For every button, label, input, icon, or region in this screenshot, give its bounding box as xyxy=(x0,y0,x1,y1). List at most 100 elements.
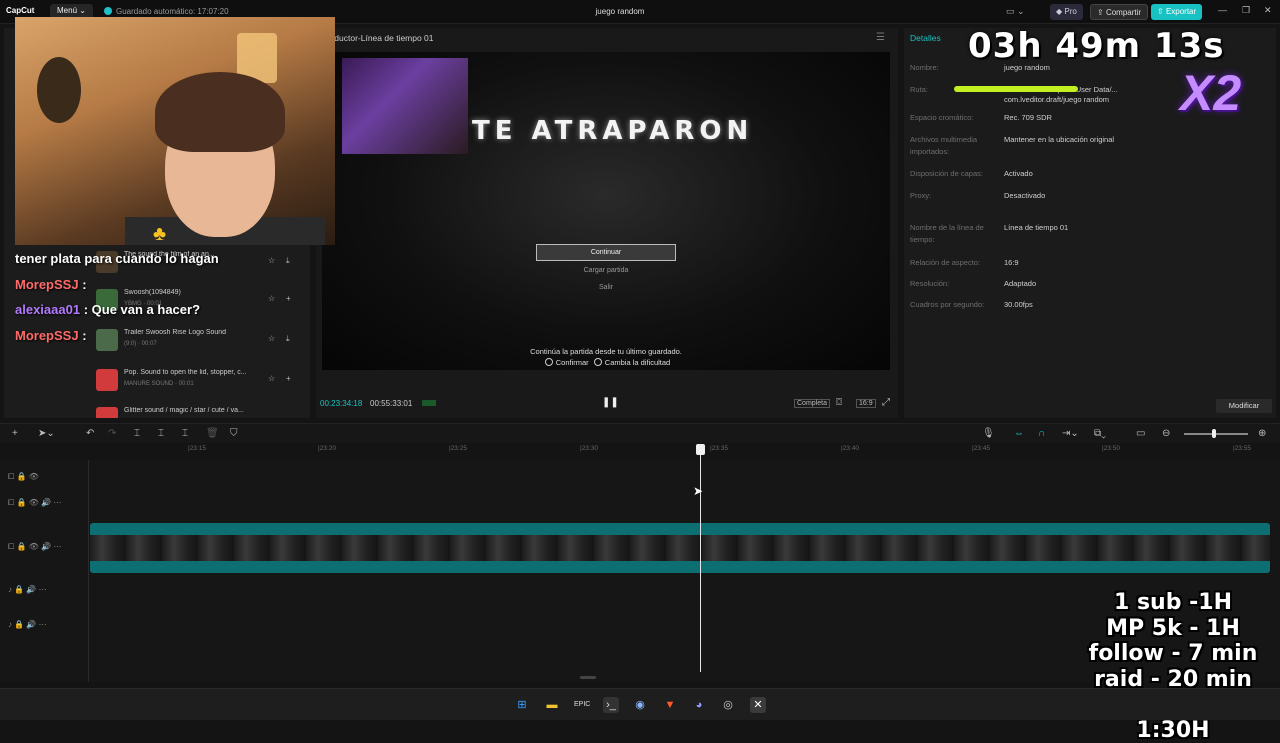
detail-value: 16:9 xyxy=(1004,258,1019,267)
terminal-icon[interactable]: ›_ xyxy=(603,697,619,713)
windows-start-icon[interactable]: ⊞ xyxy=(514,697,530,713)
track-controls[interactable]: ♪ 🔒 🔊 ⋯ xyxy=(8,585,47,594)
add-icon[interactable]: + xyxy=(286,294,291,303)
export-label: Exportar xyxy=(1165,7,1197,16)
sound-item[interactable]: Pop. Sound to open the lid, stopper, c..… xyxy=(92,366,298,396)
favorite-icon[interactable]: ☆ xyxy=(268,374,275,383)
taskbar: ⊞ ▬ EPIC ›_ ◉ ▼ ◕ ◎ ✕ xyxy=(0,688,1280,720)
track-controls[interactable]: ⧠ 🔒 👁 🔊 ⋯ xyxy=(8,498,61,508)
discord-icon[interactable]: ◕ xyxy=(691,697,707,713)
confirm-label: Confirmar xyxy=(555,358,589,367)
game-exit: Salir xyxy=(598,284,613,291)
timer-bar xyxy=(954,86,1078,92)
shield-icon[interactable]: ⛉ xyxy=(230,428,238,439)
obs-icon[interactable]: ◎ xyxy=(720,697,736,713)
timeline-ruler[interactable]: |23:15 |23:20 |23:25 |23:30 |23:35 |23:4… xyxy=(90,444,1275,458)
add-icon[interactable]: + xyxy=(12,428,18,439)
game-load: Cargar partida xyxy=(583,267,629,274)
microphone-icon[interactable]: 🎙 xyxy=(982,428,995,439)
favorite-icon[interactable]: ☆ xyxy=(268,334,275,343)
detail-value: 30.00fps xyxy=(1004,300,1033,309)
pro-button[interactable]: ◆ Pro xyxy=(1050,4,1083,20)
fullscreen-icon[interactable]: ⤢ xyxy=(882,397,890,408)
undo-icon[interactable]: ↶ xyxy=(86,428,94,439)
chat-user: alexiaaa01 xyxy=(15,302,81,317)
zoom-out-icon[interactable]: ⊖ xyxy=(1162,428,1170,439)
detail-value: com.lveditor.draft/juego random xyxy=(1004,95,1110,104)
split-left-icon[interactable]: ⌶ xyxy=(158,428,164,439)
playhead-handle[interactable] xyxy=(696,444,705,455)
track-controls[interactable]: ♪ 🔒 🔊 ⋯ xyxy=(8,620,47,629)
favorite-icon[interactable]: ☆ xyxy=(268,294,275,303)
download-icon[interactable]: ⤓ xyxy=(286,256,290,266)
tab-details[interactable]: Detalles xyxy=(910,33,941,43)
minimize-icon[interactable]: — xyxy=(1218,5,1227,15)
sound-title: Trailer Swoosh Rise Logo Sound xyxy=(124,329,227,336)
pause-icon[interactable]: ❚❚ xyxy=(602,397,619,408)
track-controls[interactable]: ⧠ 🔒 👁 🔊 ⋯ xyxy=(8,542,61,552)
subathon-rules: 1 sub -1H MP 5k - 1H follow - 7 min raid… xyxy=(1068,590,1278,743)
snap-icon[interactable]: ⇥⌄ xyxy=(1062,428,1079,439)
caption-icon[interactable]: ▭ xyxy=(1136,428,1145,439)
export-button[interactable]: ⇧ Exportar xyxy=(1151,4,1203,20)
video-preview[interactable]: TE ATRAPARON Continuar Cargar partida Sa… xyxy=(322,52,890,370)
track-divider xyxy=(88,460,89,682)
detail-label: Cuadros por segundo: xyxy=(910,300,985,309)
ruler-tick: |23:35 xyxy=(710,445,728,452)
detail-value: Mantener en la ubicación original xyxy=(1004,135,1115,144)
sound-thumbnail xyxy=(96,407,118,418)
file-explorer-icon[interactable]: ▬ xyxy=(544,697,560,713)
split-icon[interactable]: ⌶ xyxy=(134,428,140,439)
chat-user: MorepSSJ xyxy=(15,277,79,292)
magnet-icon[interactable]: ∩ xyxy=(1038,428,1045,439)
layout-icon[interactable]: ▭ ⌄ xyxy=(1006,6,1025,17)
share-button[interactable]: ⇪ Compartir xyxy=(1090,4,1149,20)
add-icon[interactable]: + xyxy=(286,374,291,383)
epic-games-icon[interactable]: EPIC xyxy=(574,697,590,713)
select-tool-icon[interactable]: ➤⌄ xyxy=(38,428,55,439)
download-icon[interactable]: ⤓ xyxy=(286,334,290,344)
zoom-slider[interactable] xyxy=(1184,433,1248,435)
chat-user: MorepSSJ xyxy=(15,328,79,343)
menu-icon[interactable]: ☰ xyxy=(876,32,885,43)
sound-thumbnail xyxy=(96,369,118,391)
detail-value: Línea de tiempo 01 xyxy=(1004,223,1069,232)
timeline-scrollbar[interactable] xyxy=(580,676,596,679)
sound-meta: MANURE SOUND · 00:01 xyxy=(124,381,194,387)
aspect-ratio-button[interactable]: 16:9 xyxy=(856,399,876,408)
favorite-icon[interactable]: ☆ xyxy=(268,256,275,265)
share-label: Compartir xyxy=(1105,8,1142,17)
chat-message: MorepSSJ : xyxy=(15,328,87,343)
detail-value: Activado xyxy=(1004,169,1033,178)
snapshot-icon[interactable]: ⌼ xyxy=(836,397,842,408)
preview-axis-icon[interactable]: ⧉⌄ xyxy=(1094,428,1106,439)
link-icon[interactable]: ⇔ xyxy=(1014,428,1024,439)
capcut-icon[interactable]: ✕ xyxy=(750,697,766,713)
video-clip[interactable] xyxy=(90,523,1270,573)
sound-item[interactable]: Glitter sound / magic / star / cute / va… xyxy=(92,404,298,418)
game-controls: Confirmar Cambia la dificultad xyxy=(456,358,756,367)
track-controls[interactable]: ⧠ 🔒 👁 xyxy=(8,472,39,482)
split-right-icon[interactable]: ⌶ xyxy=(182,428,188,439)
sound-item[interactable]: Trailer Swoosh Rise Logo Sound (9:0) · 0… xyxy=(92,326,298,356)
delete-icon[interactable]: 🗑 xyxy=(206,428,219,439)
game-continue: Continuar xyxy=(536,244,676,261)
autosave-text: Guardado automático: 17:07:20 xyxy=(116,7,229,16)
zoom-slider-handle[interactable] xyxy=(1212,429,1216,438)
total-timecode: 00:55:33:01 xyxy=(370,399,413,408)
maximize-icon[interactable]: ❐ xyxy=(1242,5,1250,16)
rule-line: follow - 7 min xyxy=(1088,641,1258,666)
steam-icon[interactable]: ◉ xyxy=(632,697,648,713)
ruler-tick: |23:50 xyxy=(1102,445,1120,452)
modify-button[interactable]: Modificar xyxy=(1216,399,1272,413)
zoom-in-icon[interactable]: ⊕ xyxy=(1258,428,1266,439)
brave-icon[interactable]: ▼ xyxy=(662,697,678,713)
full-quality-button[interactable]: Completa xyxy=(794,399,830,408)
timeline-toolbar: + ➤⌄ ↶ ↷ ⌶ ⌶ ⌶ 🗑 ⛉ 🎙 ⇔ ∩ ⇥⌄ ⧉⌄ ▭ ⊖ ⊕ xyxy=(0,423,1280,443)
redo-icon[interactable]: ↷ xyxy=(108,428,116,439)
game-headline: TE ATRAPARON xyxy=(472,116,754,146)
playhead[interactable] xyxy=(696,444,705,672)
ruler-tick: |23:45 xyxy=(972,445,990,452)
close-icon[interactable]: ✕ xyxy=(1264,5,1272,16)
subathon-timer: 03h 49m 13s xyxy=(968,26,1225,66)
